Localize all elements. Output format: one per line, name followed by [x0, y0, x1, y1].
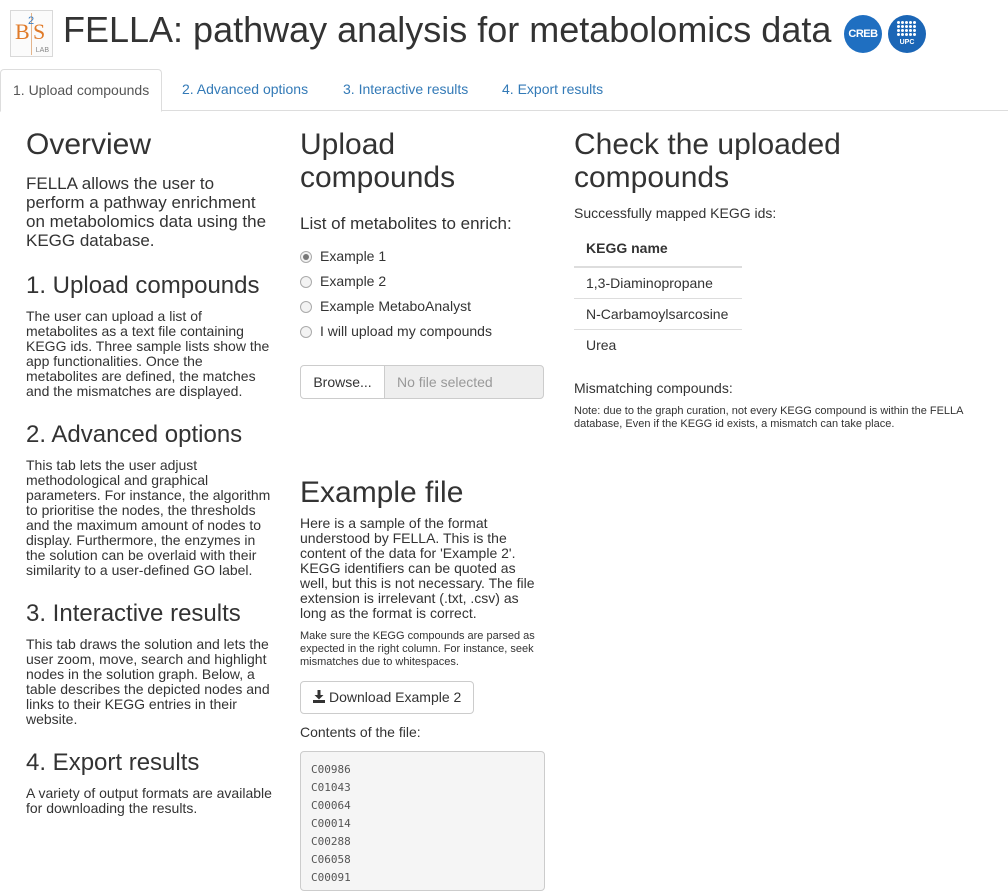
metabolites-list-label: List of metabolites to enrich:: [300, 214, 512, 233]
example-file-note: Make sure the KEGG compounds are parsed …: [300, 630, 535, 668]
upc-logo-dot: [901, 33, 904, 36]
upc-logo-dot: [897, 29, 900, 32]
upc-logo-dot: [901, 25, 904, 28]
overview-lead: FELLA allows the user to perform a pathw…: [26, 174, 267, 250]
section-title-export: 4. Export results: [26, 749, 200, 776]
tab-interactive-results[interactable]: 3. Interactive results: [331, 69, 480, 111]
radio-label: Example 2: [320, 273, 387, 289]
example-file-title: Example file: [300, 476, 464, 509]
radio-label: I will upload my compounds: [320, 323, 492, 339]
upc-logo-dot: [913, 25, 916, 28]
upc-logo-dot: [901, 29, 904, 32]
bis-logo-lab: LAB: [35, 47, 49, 54]
upc-logo-dot: [905, 29, 908, 32]
file-contents-label: Contents of the file:: [300, 724, 421, 740]
app-header: B 2 S LAB FELLA: pathway analysis for me…: [0, 0, 1008, 68]
mapped-ids-label: Successfully mapped KEGG ids:: [574, 205, 777, 221]
upc-logo-text: UPC: [899, 39, 915, 46]
tab-bar: 1. Upload compounds 2. Advanced options …: [0, 69, 1008, 112]
bis-lab-logo: B 2 S LAB: [10, 10, 53, 57]
upc-logo-dot: [901, 21, 904, 24]
kegg-name-header: KEGG name: [574, 230, 742, 268]
browse-button[interactable]: Browse...: [300, 365, 385, 399]
radio-button[interactable]: [300, 276, 312, 288]
upc-logo-dot: [909, 33, 912, 36]
download-example-label: Download Example 2: [329, 689, 462, 705]
section-text-interactive: This tab draws the solution and lets the…: [26, 636, 270, 727]
table-cell: N-Carbamoylsarcosine: [574, 298, 742, 330]
download-icon: [313, 690, 325, 703]
radio-button[interactable]: [300, 301, 312, 313]
upc-logo-dot: [913, 21, 916, 24]
section-text-advanced: This tab lets the user adjust methodolog…: [26, 457, 271, 578]
radio-label: Example MetaboAnalyst: [320, 298, 471, 314]
table-row: N-Carbamoylsarcosine: [574, 298, 742, 330]
check-title: Check the uploaded compounds: [574, 128, 841, 194]
radio-button[interactable]: [300, 251, 312, 263]
section-text-upload: The user can upload a list of metabolite…: [26, 308, 270, 399]
example-radio-group: Example 1 Example 2 Example MetaboAnalys…: [300, 244, 546, 344]
table-row: 1,3-Diaminopropane: [574, 267, 742, 299]
upc-logo-dot: [897, 21, 900, 24]
upload-panel: Upload compounds List of metabolites to …: [300, 128, 546, 891]
radio-option-example-1[interactable]: Example 1: [300, 244, 546, 269]
file-upload-input: Browse... No file selected: [300, 365, 544, 399]
file-contents-box: C00986 C01043 C00064 C00014 C00288 C0605…: [300, 751, 545, 891]
radio-option-metaboanalyst[interactable]: Example MetaboAnalyst: [300, 294, 546, 319]
upc-logo-dot: [905, 33, 908, 36]
overview-title: Overview: [26, 128, 152, 161]
page-title: FELLA: pathway analysis for metabolomics…: [63, 9, 832, 50]
upc-logo-dot: [913, 33, 916, 36]
radio-option-upload-own[interactable]: I will upload my compounds: [300, 319, 546, 344]
upc-logo-dot: [897, 33, 900, 36]
table-row: Urea: [574, 329, 742, 360]
upc-logo-dot: [913, 29, 916, 32]
tab-upload-compounds[interactable]: 1. Upload compounds: [0, 69, 163, 112]
mismatch-label: Mismatching compounds:: [574, 380, 733, 396]
upc-logo-dot: [897, 25, 900, 28]
bis-logo-letter-s: S: [33, 19, 46, 44]
upload-title: Upload compounds: [300, 128, 456, 194]
check-panel: Check the uploaded compounds Successfull…: [574, 128, 1004, 431]
kegg-table: KEGG name 1,3-Diaminopropane N-Carbamoyl…: [574, 230, 742, 360]
section-text-export: A variety of output formats are availabl…: [26, 785, 272, 816]
upc-logo-dot: [909, 29, 912, 32]
section-title-advanced: 2. Advanced options: [26, 421, 243, 448]
section-title-upload: 1. Upload compounds: [26, 272, 260, 299]
upc-logo: UPC: [888, 15, 926, 53]
table-header-row: KEGG name: [574, 230, 742, 268]
creb-logo: CREB: [844, 15, 882, 53]
file-name-field[interactable]: No file selected: [384, 365, 544, 399]
mismatch-note: Note: due to the graph curation, not eve…: [574, 405, 963, 430]
upc-logo-dot: [909, 25, 912, 28]
table-cell: Urea: [586, 336, 617, 353]
section-title-interactive: 3. Interactive results: [26, 600, 241, 627]
radio-option-example-2[interactable]: Example 2: [300, 269, 546, 294]
tab-export-results[interactable]: 4. Export results: [490, 69, 615, 111]
download-example-button[interactable]: Download Example 2: [300, 681, 475, 714]
overview-panel: Overview FELLA allows the user to perfor…: [26, 128, 272, 816]
example-file-description: Here is a sample of the format understoo…: [300, 515, 535, 621]
upc-logo-dot: [905, 25, 908, 28]
radio-button[interactable]: [300, 326, 312, 338]
upc-logo-dot: [905, 21, 908, 24]
upc-logo-dot: [909, 21, 912, 24]
radio-label: Example 1: [320, 248, 387, 264]
table-cell: 1,3-Diaminopropane: [574, 267, 742, 299]
tab-advanced-options[interactable]: 2. Advanced options: [170, 69, 320, 111]
